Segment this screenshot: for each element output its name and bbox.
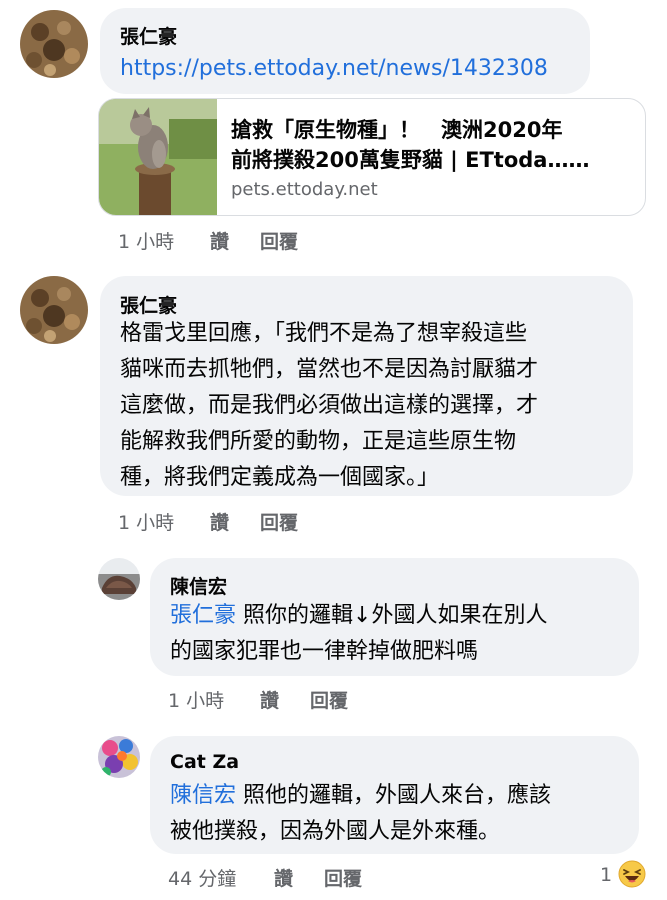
laughing-emoji-icon[interactable] <box>618 860 646 888</box>
reply-text-line: 被他撲殺，因為外國人是外來種。 <box>170 819 501 844</box>
reply-timestamp[interactable]: 1 小時 <box>168 686 224 713</box>
comment-author[interactable]: 張仁豪 <box>120 22 177 49</box>
comment-bubble <box>100 8 590 94</box>
reply-timestamp[interactable]: 44 分鐘 <box>168 864 236 891</box>
link-preview-thumbnail <box>99 99 217 215</box>
reply-author[interactable]: Cat Za <box>170 751 239 773</box>
reaction-count[interactable]: 1 <box>600 864 612 886</box>
reply-button[interactable]: 回覆 <box>324 864 362 891</box>
mention-link[interactable]: 陳信宏 <box>170 783 236 808</box>
avatar-zhang-renhao[interactable] <box>20 10 88 78</box>
reply-button[interactable]: 回覆 <box>310 686 348 713</box>
reply-text-line: 張仁豪 照你的邏輯↓外國人如果在別人 <box>170 598 547 634</box>
avatar-cat-za[interactable] <box>98 736 140 778</box>
link-preview-domain: pets.ettoday.net <box>231 179 378 200</box>
shared-link[interactable]: https://pets.ettoday.net/news/1432308 <box>120 56 548 81</box>
mention-link[interactable]: 張仁豪 <box>170 603 236 628</box>
like-button[interactable]: 讚 <box>210 227 229 254</box>
comment-text-line: 格雷戈里回應，「我們不是為了想宰殺這些 <box>120 321 528 346</box>
reply-text-line: 的國家犯罪也一律幹掉做肥料嗎 <box>170 639 479 664</box>
reply-author[interactable]: 陳信宏 <box>170 572 227 599</box>
reply-text-line: 陳信宏 照他的邏輯，外國人來台，應該 <box>170 778 551 814</box>
reply-text: 照他的邏輯，外國人來台，應該 <box>236 783 552 808</box>
comment-text-line: 種，將我們定義成為一個國家。」 <box>120 465 440 490</box>
comment-timestamp[interactable]: 1 小時 <box>118 508 174 535</box>
avatar-zhang-renhao[interactable] <box>20 276 88 344</box>
comment-author[interactable]: 張仁豪 <box>120 291 177 318</box>
like-button[interactable]: 讚 <box>260 686 279 713</box>
link-preview-card[interactable]: 搶救「原生物種」！ 澳洲2020年 前將撲殺200萬隻野貓 | ETtoda……… <box>98 98 646 216</box>
like-button[interactable]: 讚 <box>274 864 293 891</box>
comment-text-line: 能解救我們所愛的動物，正是這些原生物 <box>120 429 517 454</box>
comment-text-line: 貓咪而去抓牠們，當然也不是因為討厭貓才 <box>120 357 539 382</box>
link-preview-title[interactable]: 搶救「原生物種」！ 澳洲2020年 <box>231 115 562 145</box>
comment-text-line: 這麼做，而是我們必須做出這樣的選擇，才 <box>120 393 539 418</box>
reply-text: 照你的邏輯↓外國人如果在別人 <box>236 603 548 628</box>
avatar-chen-xinhong[interactable] <box>98 558 140 600</box>
comment-timestamp[interactable]: 1 小時 <box>118 227 174 254</box>
like-button[interactable]: 讚 <box>210 508 229 535</box>
link-preview-title[interactable]: 前將撲殺200萬隻野貓 | ETtoda…… <box>231 145 589 175</box>
reply-button[interactable]: 回覆 <box>260 508 298 535</box>
reply-button[interactable]: 回覆 <box>260 227 298 254</box>
